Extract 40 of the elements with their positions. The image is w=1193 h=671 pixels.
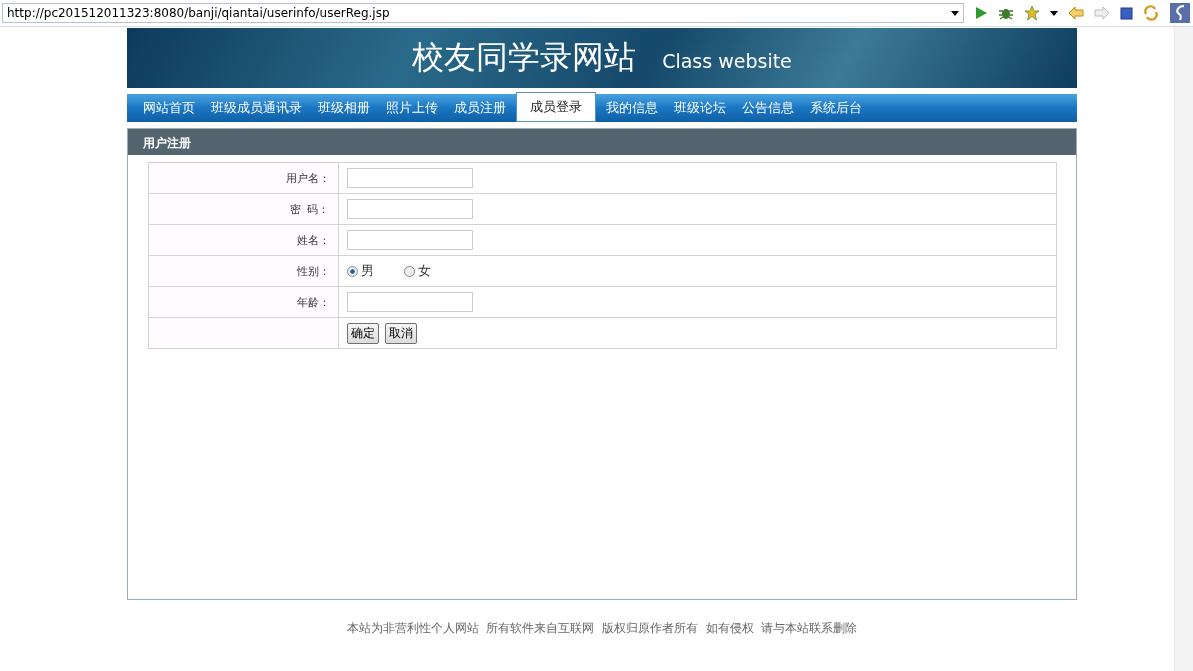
stop-icon[interactable] — [1120, 6, 1133, 20]
nav-link[interactable]: 成员登录 — [516, 92, 596, 122]
input-field[interactable] — [346, 199, 473, 219]
input-field[interactable] — [346, 168, 473, 188]
footer-text: 本站为非营利性个人网站 所有软件来自互联网 版权归原作者所有 如有侵权 请与本站联系删除 — [346, 620, 858, 637]
input-field[interactable] — [346, 292, 473, 312]
refresh-icon[interactable] — [1143, 5, 1159, 21]
label-cell: 密 码： — [148, 193, 338, 225]
form-button[interactable]: 确定 — [346, 322, 379, 344]
forward-icon[interactable] — [1094, 6, 1110, 20]
nav-link[interactable]: 我的信息 — [598, 94, 666, 122]
radio-option[interactable]: 男 — [346, 262, 374, 280]
label-cell: 性别： — [148, 255, 338, 287]
nav-link[interactable]: 班级论坛 — [666, 94, 734, 122]
star-icon[interactable] — [1024, 5, 1040, 21]
app-logo-icon[interactable] — [1170, 3, 1190, 23]
back-icon[interactable] — [1068, 6, 1084, 20]
site-subtitle: Class website — [662, 50, 792, 72]
radio-option[interactable]: 女 — [403, 262, 431, 280]
dropdown-caret-icon[interactable] — [1050, 10, 1058, 16]
radio-button[interactable] — [346, 265, 358, 277]
label-cell: 姓名： — [148, 224, 338, 256]
nav-link[interactable]: 网站首页 — [135, 94, 203, 122]
site-title: 校友同学录网站 — [412, 37, 637, 78]
address-field[interactable]: http://pc201512011323:8080/banji/qiantai/userinfo/userReg.jsp — [2, 3, 964, 23]
label-cell: 年龄： — [148, 286, 338, 318]
scrollbar[interactable] — [1174, 27, 1193, 671]
label-cell: 用户名： — [148, 162, 338, 194]
radio-button[interactable] — [403, 265, 415, 277]
nav-link[interactable]: 照片上传 — [378, 94, 446, 122]
nav-link[interactable]: 班级成员通讯录 — [203, 94, 310, 122]
panel-title: 用户注册 — [128, 129, 1076, 155]
nav-link[interactable]: 公告信息 — [734, 94, 802, 122]
form-button[interactable]: 取消 — [384, 322, 417, 344]
input-field[interactable] — [346, 230, 473, 250]
dropdown-caret-icon[interactable] — [951, 10, 959, 16]
nav-link[interactable]: 班级相册 — [310, 94, 378, 122]
nav-link[interactable]: 成员注册 — [446, 94, 514, 122]
nav-link[interactable]: 系统后台 — [802, 94, 870, 122]
run-icon[interactable] — [974, 6, 988, 20]
